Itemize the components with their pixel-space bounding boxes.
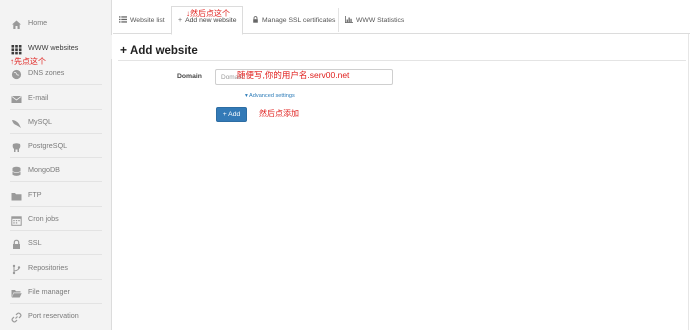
list-icon xyxy=(119,15,127,25)
tab-label: Website list xyxy=(130,16,165,24)
domain-label: Domain xyxy=(177,73,202,80)
lock-icon xyxy=(11,237,22,249)
sidebar-item-file-manager[interactable]: File manager xyxy=(0,279,112,303)
globe-icon xyxy=(11,67,22,79)
sidebar-item-label: Home xyxy=(28,17,48,27)
elephant-icon xyxy=(11,140,22,152)
sidebar-item-label: Repositories xyxy=(28,262,68,272)
tab-label: Manage SSL certificates xyxy=(262,16,336,24)
annotation-domain-note: 随便写,你的用户名.serv00.net xyxy=(237,70,350,80)
sidebar-item-label: Cron jobs xyxy=(28,213,59,223)
envelope-icon xyxy=(11,92,22,103)
link-icon xyxy=(11,310,22,323)
tab-website-list[interactable]: Website list xyxy=(113,6,171,34)
sidebar-item-port-reservation[interactable]: Port reservation xyxy=(0,303,112,327)
add-button[interactable]: + Add xyxy=(216,107,247,122)
sidebar-item-ssl[interactable]: SSL xyxy=(0,230,112,254)
annotation-button-note: 然后点添加 xyxy=(259,109,299,118)
content-border xyxy=(688,34,689,330)
sidebar-item-label: PostgreSQL xyxy=(28,140,68,150)
calendar-icon xyxy=(11,213,22,226)
sidebar-item-label: DNS zones xyxy=(28,67,65,77)
tab-label: WWW Statistics xyxy=(356,16,405,24)
sidebar-item-repositories[interactable]: Repositories xyxy=(0,255,112,279)
title-divider xyxy=(118,60,686,61)
annotation-sidebar-note: ↑先点这个 xyxy=(10,57,46,66)
database-icon xyxy=(11,164,22,176)
tab-manage-ssl-certificates[interactable]: Manage SSL certificates xyxy=(246,6,341,34)
sidebar-item-ftp[interactable]: FTP xyxy=(0,182,112,206)
sidebar-item-label: File manager xyxy=(28,286,70,296)
folder-open-icon xyxy=(11,286,22,297)
plus-icon: + xyxy=(120,43,128,57)
advanced-settings-link[interactable]: ▾ Advanced settings xyxy=(245,93,295,99)
sidebar-item-home[interactable]: Home xyxy=(0,10,112,34)
plus-icon: + xyxy=(178,17,183,24)
lock-icon xyxy=(252,15,259,25)
sidebar-item-label: SSL xyxy=(28,237,42,247)
sidebar-item-label: E-mail xyxy=(28,92,49,102)
sidebar-item-label: MySQL xyxy=(28,116,52,126)
folder-icon xyxy=(11,189,22,200)
home-icon xyxy=(11,17,22,29)
branch-icon xyxy=(11,262,22,274)
sidebar-item-label: Port reservation xyxy=(28,310,79,320)
tab-www-statistics[interactable]: WWW Statistics xyxy=(339,6,410,34)
sidebar-item-label: FTP xyxy=(28,189,42,199)
dolphin-icon xyxy=(11,116,22,128)
sidebar-item-mysql[interactable]: MySQL xyxy=(0,109,112,133)
sidebar-item-cron-jobs[interactable]: Cron jobs xyxy=(0,206,112,230)
sidebar-item-email[interactable]: E-mail xyxy=(0,85,112,109)
bar-chart-icon xyxy=(345,15,353,25)
grid-icon xyxy=(11,42,22,54)
sidebar: Home WWW websites DNS zones E-mail MySQL… xyxy=(0,0,112,330)
sidebar-item-label: MongoDB xyxy=(28,164,60,174)
page-title: + Add website xyxy=(120,43,198,57)
page-title-text: Add website xyxy=(130,45,198,57)
sidebar-item-mongodb[interactable]: MongoDB xyxy=(0,157,112,181)
sidebar-item-label: WWW websites xyxy=(28,42,79,52)
annotation-tab-note: ↓然后点这个 xyxy=(186,9,230,18)
sidebar-item-postgresql[interactable]: PostgreSQL xyxy=(0,133,112,157)
